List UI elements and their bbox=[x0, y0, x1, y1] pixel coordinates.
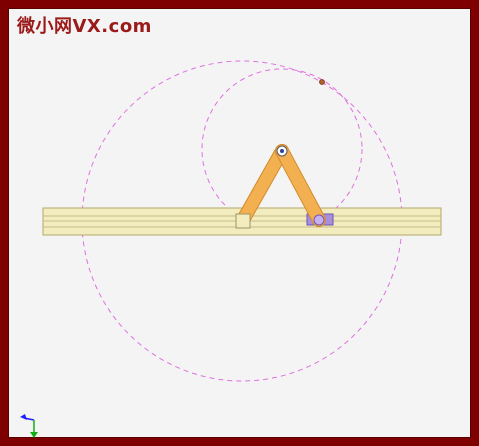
watermark-logo: 微小网VX.com bbox=[17, 16, 152, 37]
right-slider-joint[interactable] bbox=[313, 214, 325, 226]
mechanism-diagram bbox=[20, 60, 442, 438]
left-slider[interactable] bbox=[235, 213, 251, 229]
top-pivot-center bbox=[280, 149, 284, 153]
axes-indicator-icon bbox=[20, 414, 38, 438]
tracer-point bbox=[319, 79, 325, 85]
